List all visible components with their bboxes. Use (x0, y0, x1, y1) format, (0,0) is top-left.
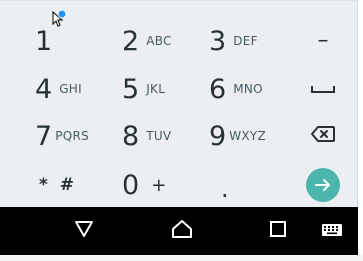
key-letters: WXYZ (229, 129, 267, 143)
key-7[interactable]: 7 PQRS (35, 112, 115, 160)
key-digit: 5 (122, 73, 140, 105)
mouse-cursor-icon (50, 9, 72, 31)
key-letters: JKL (146, 82, 166, 96)
period-key[interactable]: . (209, 161, 289, 209)
key-letters: PQRS (55, 129, 90, 143)
key-letters: ABC (146, 34, 172, 48)
back-button[interactable] (62, 207, 106, 255)
star-hash-symbol: * # (39, 175, 78, 195)
back-triangle-icon (74, 220, 94, 242)
key-plus-symbol: + (151, 174, 167, 196)
square-recents-icon (269, 220, 287, 242)
enter-key[interactable] (293, 161, 353, 209)
key-digit: 9 (209, 120, 227, 152)
keyboard-switch-button[interactable] (312, 207, 352, 255)
keyboard-icon (321, 222, 343, 241)
dash-symbol: – (317, 28, 329, 53)
key-digit: 6 (209, 73, 227, 105)
key-0[interactable]: 0 + (122, 161, 206, 209)
key-1[interactable]: 1 (35, 17, 115, 65)
key-letters: DEF (233, 34, 258, 48)
key-digit: 1 (35, 25, 53, 57)
space-key[interactable] (293, 65, 353, 113)
home-icon (171, 219, 193, 243)
key-letters: TUV (146, 129, 172, 143)
key-digit: 8 (122, 120, 140, 152)
key-8[interactable]: 8 TUV (122, 112, 206, 160)
key-digit: 4 (35, 73, 53, 105)
screen: 1 2 ABC 3 DEF – 4 GHI 5 JKL 6 MNO 7 PQRS… (0, 0, 363, 261)
period-symbol: . (221, 175, 229, 203)
backspace-key[interactable] (293, 112, 353, 160)
key-digit: 3 (209, 25, 227, 57)
backspace-icon (310, 125, 336, 147)
key-letters: MNO (233, 82, 263, 96)
dash-key[interactable]: – (293, 17, 353, 65)
key-digit: 7 (35, 120, 53, 152)
home-button[interactable] (160, 207, 204, 255)
key-2[interactable]: 2 ABC (122, 17, 206, 65)
key-letters: GHI (59, 82, 82, 96)
space-bar-icon (310, 80, 336, 99)
navigation-bar (0, 207, 358, 255)
key-6[interactable]: 6 MNO (209, 65, 289, 113)
bottom-edge (0, 255, 363, 261)
key-5[interactable]: 5 JKL (122, 65, 206, 113)
key-9[interactable]: 9 WXYZ (209, 112, 289, 160)
numeric-keyboard: 1 2 ABC 3 DEF – 4 GHI 5 JKL 6 MNO 7 PQRS… (0, 0, 358, 207)
star-hash-key[interactable]: * # (35, 161, 115, 209)
arrow-right-icon (306, 168, 340, 202)
key-3[interactable]: 3 DEF (209, 17, 289, 65)
key-4[interactable]: 4 GHI (35, 65, 115, 113)
key-digit: 2 (122, 25, 140, 57)
recents-button[interactable] (256, 207, 300, 255)
key-digit: 0 (122, 169, 140, 201)
